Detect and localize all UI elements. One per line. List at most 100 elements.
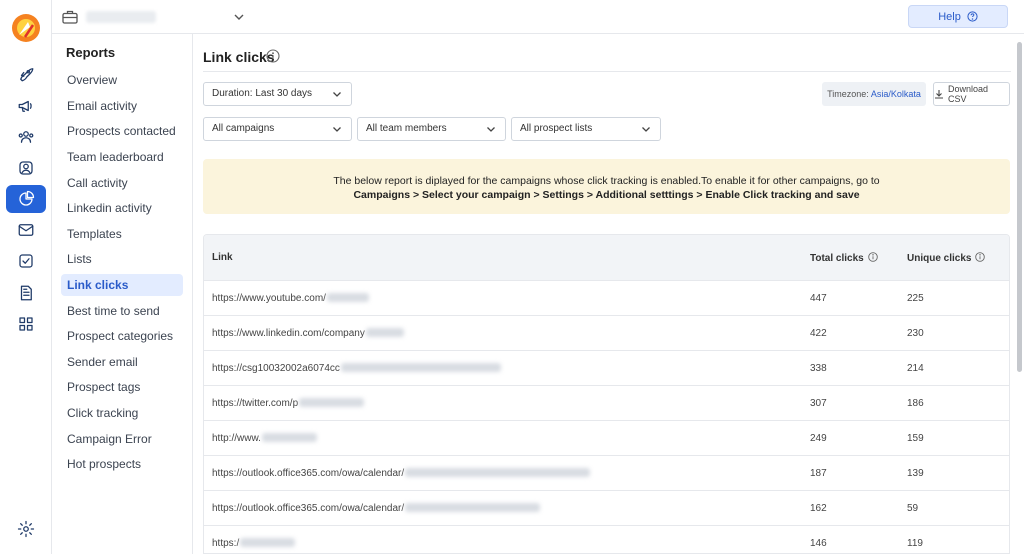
- header-total-clicks[interactable]: Total clicks: [810, 252, 878, 264]
- link-url: https://www.linkedin.com/company: [212, 328, 365, 339]
- scrollbar[interactable]: [1017, 42, 1022, 372]
- sidebar-item-sender-email[interactable]: Sender email: [61, 351, 183, 373]
- total-clicks-cell: 162: [810, 503, 827, 514]
- link-cell[interactable]: http://www.: [212, 433, 317, 444]
- user-circle-icon[interactable]: [6, 154, 46, 182]
- timezone-value[interactable]: Asia/Kolkata: [871, 89, 921, 99]
- click-tracking-notice: The below report is diplayed for the cam…: [203, 159, 1010, 214]
- notice-path: Campaigns > Select your campaign > Setti…: [353, 189, 860, 201]
- notice-text: The below report is diplayed for the cam…: [333, 175, 880, 187]
- duration-dropdown[interactable]: Duration: Last 30 days: [203, 82, 352, 106]
- campaigns-value: All campaigns: [212, 123, 275, 134]
- chevron-down-icon: [642, 127, 650, 132]
- pie-chart-icon[interactable]: [6, 185, 46, 213]
- mail-icon[interactable]: [6, 216, 46, 244]
- header-link[interactable]: Link: [212, 252, 233, 263]
- link-cell[interactable]: https://www.youtube.com/: [212, 293, 369, 304]
- link-cell[interactable]: https:/: [212, 538, 296, 549]
- info-icon[interactable]: [867, 252, 878, 262]
- rocket-icon[interactable]: [6, 60, 46, 88]
- download-csv-button[interactable]: Download CSV: [933, 82, 1010, 106]
- sidebar-item-link-clicks[interactable]: Link clicks: [61, 274, 183, 296]
- team-members-dropdown[interactable]: All team members: [357, 117, 506, 141]
- sidebar-item-call-activity[interactable]: Call activity: [61, 172, 183, 194]
- chevron-down-icon[interactable]: [232, 10, 246, 24]
- sidebar-item-templates[interactable]: Templates: [61, 223, 183, 245]
- redacted-text: [405, 503, 541, 512]
- page-title: Link clicks: [203, 49, 275, 65]
- sidebar-item-hot-prospects[interactable]: Hot prospects: [61, 453, 183, 475]
- gear-icon[interactable]: [6, 515, 46, 543]
- table-row[interactable]: https:/ 146 119: [204, 526, 1009, 553]
- team-members-value: All team members: [366, 123, 447, 134]
- briefcase-icon: [62, 10, 78, 24]
- table-row[interactable]: https://www.linkedin.com/company 422 230: [204, 316, 1009, 351]
- help-button[interactable]: Help: [908, 5, 1008, 28]
- sidebar-item-linkedin-activity[interactable]: Linkedin activity: [61, 197, 183, 219]
- divider: [203, 71, 1011, 72]
- sidebar-item-click-tracking[interactable]: Click tracking: [61, 402, 183, 424]
- sidebar-item-best-time-to-send[interactable]: Best time to send: [61, 300, 183, 322]
- link-cell[interactable]: https://csg10032002a6074cc: [212, 363, 501, 374]
- link-clicks-table: Link Total clicks Unique clicks https://…: [203, 234, 1010, 554]
- link-url: https://outlook.office365.com/owa/calend…: [212, 468, 405, 479]
- sidebar-item-lists[interactable]: Lists: [61, 248, 183, 270]
- redacted-text: [365, 328, 404, 337]
- unique-clicks-cell: 230: [907, 328, 924, 339]
- sidebar-item-team-leaderboard[interactable]: Team leaderboard: [61, 146, 183, 168]
- prospect-lists-value: All prospect lists: [520, 123, 593, 134]
- header-unique-clicks-label: Unique clicks: [907, 253, 972, 264]
- campaigns-dropdown[interactable]: All campaigns: [203, 117, 352, 141]
- chevron-down-icon: [333, 127, 341, 132]
- redacted-text: [326, 293, 369, 302]
- icon-rail: [0, 0, 52, 554]
- chevron-down-icon: [487, 127, 495, 132]
- sidebar-title: Reports: [66, 45, 116, 60]
- users-icon[interactable]: [6, 123, 46, 151]
- document-icon[interactable]: [6, 279, 46, 307]
- link-cell[interactable]: https://twitter.com/p: [212, 398, 365, 409]
- link-cell[interactable]: https://www.linkedin.com/company: [212, 328, 404, 339]
- link-url: https://outlook.office365.com/owa/calend…: [212, 503, 405, 514]
- link-cell[interactable]: https://outlook.office365.com/owa/calend…: [212, 468, 591, 479]
- sidebar-item-prospect-tags[interactable]: Prospect tags: [61, 376, 183, 398]
- download-csv-label: Download CSV: [948, 84, 989, 104]
- app-logo[interactable]: [11, 13, 41, 43]
- table-row[interactable]: https://csg10032002a6074cc 338 214: [204, 351, 1009, 386]
- table-row[interactable]: https://twitter.com/p 307 186: [204, 386, 1009, 421]
- timezone-display: Timezone: Asia/Kolkata: [822, 82, 926, 106]
- table-row[interactable]: https://outlook.office365.com/owa/calend…: [204, 491, 1009, 526]
- header-total-clicks-label: Total clicks: [810, 253, 864, 264]
- sidebar-item-prospect-categories[interactable]: Prospect categories: [61, 325, 183, 347]
- info-icon[interactable]: [266, 49, 280, 63]
- redacted-text: [240, 538, 296, 547]
- grid-icon[interactable]: [6, 310, 46, 338]
- workspace-name[interactable]: [86, 11, 156, 23]
- total-clicks-cell: 146: [810, 538, 827, 549]
- megaphone-icon[interactable]: [6, 92, 46, 120]
- unique-clicks-cell: 159: [907, 433, 924, 444]
- info-icon[interactable]: [975, 252, 986, 262]
- header-unique-clicks[interactable]: Unique clicks: [907, 252, 986, 264]
- sidebar-item-prospects-contacted[interactable]: Prospects contacted: [61, 120, 183, 142]
- redacted-text: [405, 468, 591, 477]
- table-row[interactable]: https://outlook.office365.com/owa/calend…: [204, 456, 1009, 491]
- table-row[interactable]: https://www.youtube.com/ 447 225: [204, 281, 1009, 316]
- redacted-text: [340, 363, 501, 372]
- checkbox-icon[interactable]: [6, 247, 46, 275]
- sidebar-item-campaign-error[interactable]: Campaign Error: [61, 428, 183, 450]
- sidebar-item-overview[interactable]: Overview: [61, 69, 183, 91]
- total-clicks-cell: 249: [810, 433, 827, 444]
- link-cell[interactable]: https://outlook.office365.com/owa/calend…: [212, 503, 541, 514]
- timezone-label: Timezone:: [827, 89, 869, 99]
- unique-clicks-cell: 59: [907, 503, 919, 514]
- duration-value: Duration: Last 30 days: [212, 88, 313, 99]
- question-circle-icon: [967, 11, 978, 22]
- table-row[interactable]: http://www. 249 159: [204, 421, 1009, 456]
- link-url: https://www.youtube.com/: [212, 293, 326, 304]
- redacted-text: [299, 398, 365, 407]
- prospect-lists-dropdown[interactable]: All prospect lists: [511, 117, 661, 141]
- reports-sidebar: Reports Overview Email activity Prospect…: [52, 34, 193, 554]
- sidebar-item-email-activity[interactable]: Email activity: [61, 95, 183, 117]
- unique-clicks-cell: 139: [907, 468, 924, 479]
